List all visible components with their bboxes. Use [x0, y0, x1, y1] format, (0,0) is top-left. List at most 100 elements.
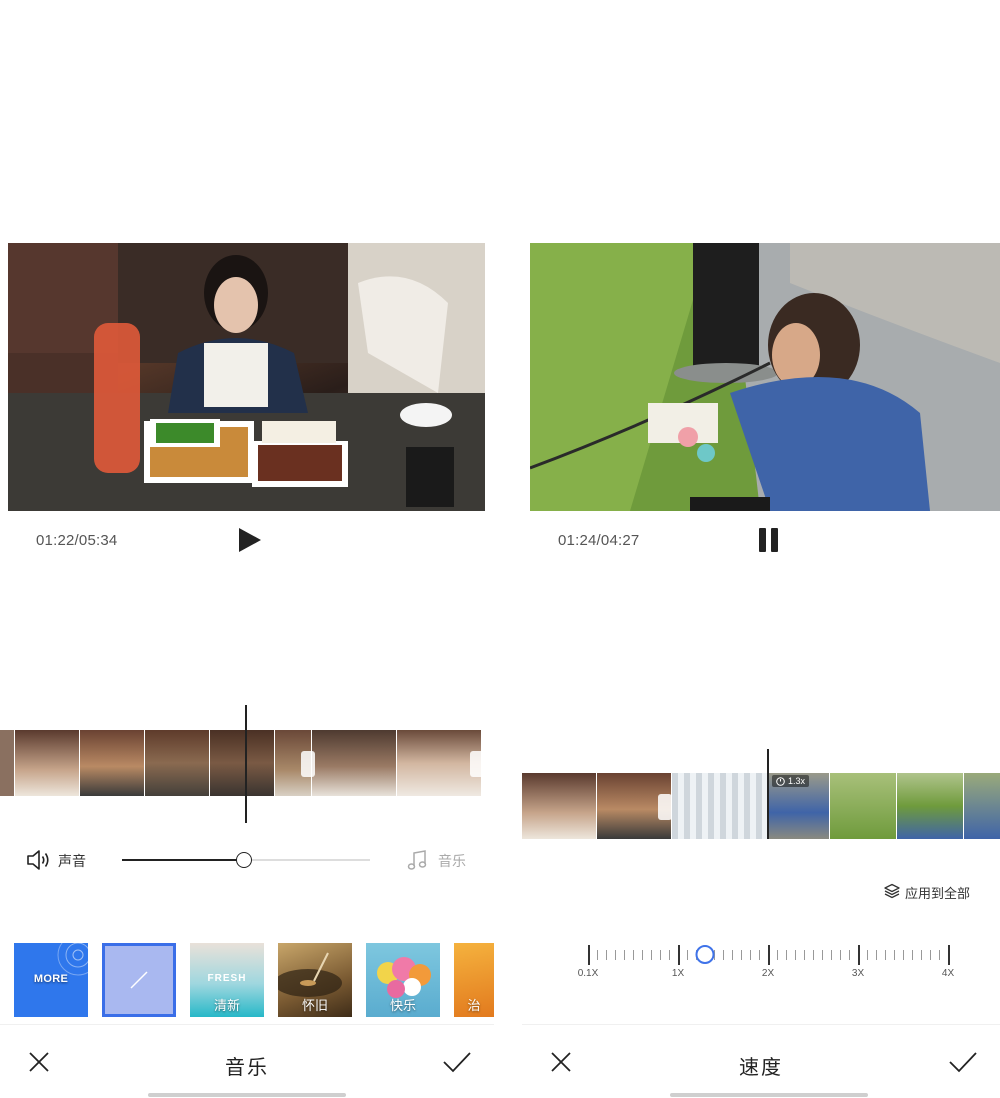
speed-minor-tick: [633, 950, 634, 960]
video-timeline-filmstrip[interactable]: [0, 730, 494, 796]
timeline-thumbnail: [397, 730, 481, 796]
speed-minor-tick: [669, 950, 670, 960]
speed-minor-tick: [777, 950, 778, 960]
speed-minor-tick: [651, 950, 652, 960]
music-preset-label: 快乐: [389, 998, 416, 1013]
speed-slider[interactable]: 0.1X 1X 2X 3X 4X: [578, 940, 955, 984]
clip-speed-value: 1.3x: [788, 776, 806, 786]
sound-label: 声音: [58, 853, 86, 869]
timeline-thumbnail: [80, 730, 144, 796]
clip-speed-badge: 1.3x: [772, 775, 810, 787]
speed-major-tick: [678, 945, 680, 965]
speed-minor-tick: [597, 950, 598, 960]
speed-tick-label: 1X: [671, 968, 685, 979]
speed-minor-tick: [723, 950, 724, 960]
speed-minor-tick: [642, 950, 643, 960]
speed-minor-tick: [822, 950, 823, 960]
speed-minor-tick: [903, 950, 904, 960]
timeline-thumbnail: [964, 773, 1000, 839]
restaurant-scene-image: [8, 243, 485, 511]
speed-tick-label: 0.1X: [577, 968, 599, 979]
speed-minor-tick: [624, 950, 625, 960]
bottom-action-bar: 速度: [522, 1024, 1000, 1098]
music-preset-none[interactable]: [102, 943, 176, 1017]
speed-minor-tick: [741, 950, 742, 960]
panel-title: 速度: [739, 1057, 783, 1079]
timeline-thumbnail: [672, 773, 768, 839]
music-note-icon[interactable]: [406, 849, 428, 871]
check-icon[interactable]: [442, 1051, 472, 1073]
home-indicator: [148, 1093, 346, 1097]
volume-slider-fill: [122, 859, 244, 861]
speed-minor-tick: [804, 950, 805, 960]
speed-minor-tick: [795, 950, 796, 960]
speaker-icon[interactable]: [26, 848, 52, 872]
speed-minor-tick: [615, 950, 616, 960]
play-icon: [239, 528, 261, 552]
music-label: 音乐: [438, 853, 466, 869]
speed-tick-label: 4X: [941, 968, 955, 979]
video-preview[interactable]: [8, 243, 485, 511]
clock-icon: [776, 776, 785, 786]
clip-split-handle[interactable]: [658, 794, 672, 820]
video-timeline-filmstrip[interactable]: [522, 773, 1000, 839]
speed-editor-screen: 01:24/04:27 1.3x 应用到全部 0.1X 1X 2X 3X 4X: [522, 0, 1000, 1098]
speed-major-tick: [948, 945, 950, 965]
timeline-thumbnail: [145, 730, 209, 796]
check-icon[interactable]: [948, 1051, 978, 1073]
speed-minor-tick: [885, 950, 886, 960]
music-preset-heal[interactable]: 治: [454, 943, 494, 1017]
music-preset-more[interactable]: MORE: [14, 943, 88, 1017]
music-preset-label: 清新: [213, 998, 240, 1013]
music-preset-label: 治: [467, 998, 481, 1013]
no-music-slash-icon: [130, 971, 148, 989]
speed-minor-tick: [831, 950, 832, 960]
home-indicator: [670, 1093, 868, 1097]
speed-tick-label: 3X: [851, 968, 865, 979]
speed-minor-tick: [849, 950, 850, 960]
speed-major-tick: [858, 945, 860, 965]
music-preset-fresh[interactable]: FRESH 清新: [190, 943, 264, 1017]
timeline-thumbnail: [312, 730, 396, 796]
playback-time: 01:22/05:34: [36, 532, 118, 549]
speed-minor-tick: [939, 950, 940, 960]
music-preset-nostalgia[interactable]: 怀旧: [278, 943, 352, 1017]
timeline-playhead[interactable]: [767, 749, 769, 839]
music-preset-label: MORE: [33, 973, 69, 985]
music-editor-screen: 01:22/05:34 声音 音乐 MORE FRESH 清新 怀旧 快乐 治 …: [0, 0, 494, 1098]
timeline-thumbnail: [830, 773, 896, 839]
speed-minor-tick: [813, 950, 814, 960]
speed-minor-tick: [660, 950, 661, 960]
timeline-thumbnail: [15, 730, 79, 796]
timeline-thumbnail: [210, 730, 274, 796]
speed-minor-tick: [687, 950, 688, 960]
volume-slider-knob[interactable]: [235, 852, 252, 868]
pause-icon: [759, 528, 778, 552]
volume-control: 声音 音乐: [26, 846, 476, 874]
clip-split-handle[interactable]: [301, 751, 315, 777]
music-preset-label: 怀旧: [301, 998, 328, 1013]
speed-minor-tick: [912, 950, 913, 960]
apply-to-all-label: 应用到全部: [905, 886, 971, 901]
playback-time: 01:24/04:27: [558, 532, 640, 549]
speed-slider-knob[interactable]: [695, 945, 715, 964]
speed-minor-tick: [867, 950, 868, 960]
speed-major-tick: [768, 945, 770, 965]
timeline-thumbnail: [897, 773, 963, 839]
volume-slider[interactable]: [122, 852, 370, 868]
clip-split-handle[interactable]: [470, 751, 484, 777]
video-preview[interactable]: [530, 243, 1000, 511]
music-preset-happy[interactable]: 快乐: [366, 943, 440, 1017]
pause-button[interactable]: [758, 527, 780, 553]
play-button[interactable]: [236, 527, 262, 553]
park-scene-image: [530, 243, 1000, 511]
music-preset-tag: FRESH: [207, 973, 247, 984]
speed-minor-tick: [750, 950, 751, 960]
timeline-thumbnail: [0, 730, 14, 796]
timeline-thumbnail: [522, 773, 596, 839]
panel-title: 音乐: [225, 1057, 269, 1079]
timeline-playhead[interactable]: [245, 705, 247, 823]
music-preset-list: MORE FRESH 清新 怀旧 快乐 治: [14, 943, 494, 1017]
speed-minor-tick: [894, 950, 895, 960]
layers-icon: [884, 883, 900, 899]
